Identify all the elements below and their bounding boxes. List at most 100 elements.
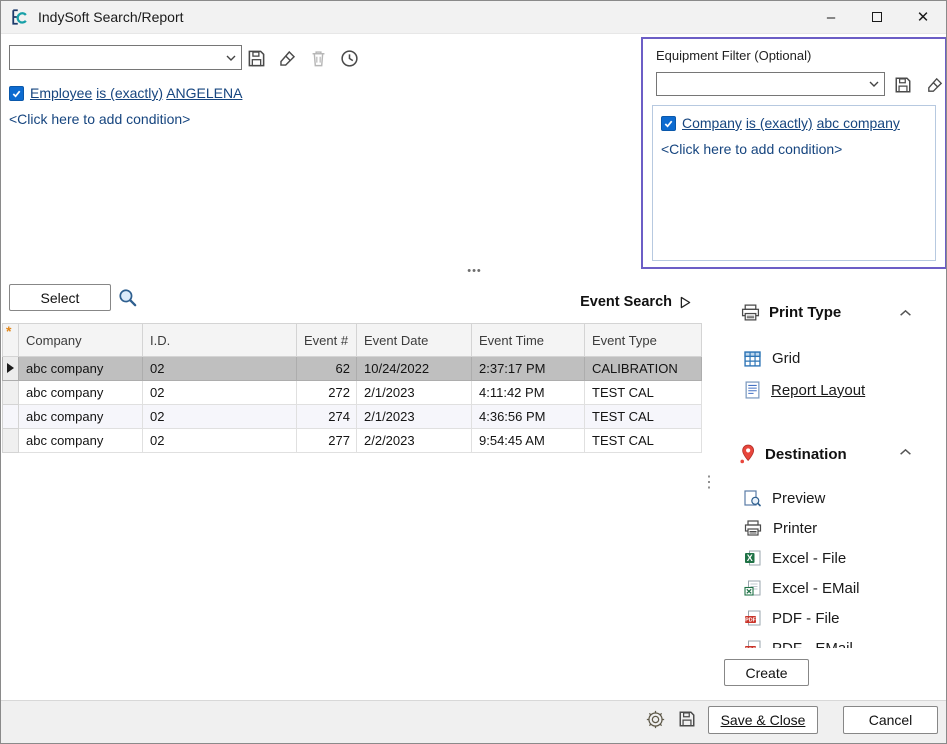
select-button[interactable]: Select	[9, 284, 111, 311]
clear-filter-eraser-button[interactable]	[277, 48, 297, 68]
cell-id[interactable]: 02	[143, 381, 297, 405]
save-equipment-filter-button[interactable]	[893, 75, 913, 95]
table-row[interactable]: abc company 02 62 10/24/2022 2:37:17 PM …	[3, 357, 702, 381]
cell-event-type[interactable]: TEST CAL	[585, 405, 702, 429]
equipment-filter-condition: Company is (exactly) abc company	[661, 115, 900, 131]
destination-option-label: Excel - EMail	[772, 580, 860, 597]
print-type-option-grid[interactable]: Grid	[744, 350, 800, 367]
destination-option-pdf-email[interactable]: PDF PDF - EMail	[744, 638, 942, 648]
cell-event-date[interactable]: 2/2/2023	[357, 429, 472, 453]
condition-value-link[interactable]: ANGELENA	[166, 85, 242, 101]
cell-event-type[interactable]: TEST CAL	[585, 429, 702, 453]
chevron-down-icon[interactable]	[221, 46, 241, 69]
create-button[interactable]: Create	[724, 659, 809, 686]
print-type-option-report-layout[interactable]: Report Layout	[745, 381, 865, 399]
condition-checkbox[interactable]	[661, 116, 676, 131]
cell-event-time[interactable]: 9:54:45 AM	[472, 429, 585, 453]
cell-event-time[interactable]: 2:37:17 PM	[472, 357, 585, 381]
save-filter-button[interactable]	[246, 48, 266, 68]
destination-option-printer[interactable]: Printer	[744, 518, 942, 538]
excel-file-icon: X	[744, 550, 761, 566]
app-icon	[11, 8, 29, 26]
cell-company[interactable]: abc company	[19, 429, 143, 453]
printer-icon	[741, 304, 760, 321]
cell-company[interactable]: abc company	[19, 405, 143, 429]
equipment-filter-combo[interactable]	[656, 72, 885, 96]
condition-checkbox[interactable]	[9, 86, 24, 101]
cell-event-num[interactable]: 274	[297, 405, 357, 429]
svg-text:X: X	[747, 553, 753, 563]
minimize-button[interactable]: –	[808, 1, 854, 34]
excel-email-icon	[744, 580, 761, 596]
window-controls: – ✕	[808, 1, 946, 34]
column-header-event-type[interactable]: Event Type	[585, 324, 702, 357]
horizontal-splitter-handle[interactable]: •••	[1, 265, 947, 277]
cell-event-time[interactable]: 4:11:42 PM	[472, 381, 585, 405]
delete-filter-trash-icon[interactable]	[308, 48, 328, 68]
cell-event-type[interactable]: CALIBRATION	[585, 357, 702, 381]
destination-option-label: PDF - File	[772, 610, 840, 627]
close-button[interactable]: ✕	[900, 1, 946, 34]
save-close-button[interactable]: Save & Close	[708, 706, 818, 734]
column-header-event-date[interactable]: Event Date	[357, 324, 472, 357]
search-report-window: IndySoft Search/Report – ✕ Employee is (…	[0, 0, 947, 744]
cell-company[interactable]: abc company	[19, 381, 143, 405]
print-type-header[interactable]: Print Type	[741, 304, 841, 321]
report-filter-combo[interactable]	[9, 45, 242, 70]
cell-id[interactable]: 02	[143, 357, 297, 381]
history-clock-button[interactable]	[339, 48, 359, 68]
destination-option-excel-file[interactable]: X Excel - File	[744, 548, 942, 568]
add-condition-link[interactable]: <Click here to add condition>	[661, 141, 842, 157]
chevron-down-icon[interactable]	[864, 73, 884, 95]
table-row[interactable]: abc company 02 277 2/2/2023 9:54:45 AM T…	[3, 429, 702, 453]
maximize-button[interactable]	[854, 1, 900, 34]
cancel-button[interactable]: Cancel	[843, 706, 938, 734]
cell-event-date[interactable]: 2/1/2023	[357, 405, 472, 429]
destination-header[interactable]: Destination	[739, 444, 847, 464]
collapse-chevron-icon[interactable]	[899, 309, 912, 317]
destination-option-label: Excel - File	[772, 550, 846, 567]
collapse-chevron-icon[interactable]	[899, 448, 912, 456]
search-icon[interactable]	[116, 286, 138, 308]
gear-icon[interactable]	[645, 709, 665, 729]
equipment-filter-combo-input[interactable]	[657, 73, 864, 95]
printer-icon	[744, 520, 762, 536]
row-indicator-cell	[3, 405, 19, 429]
event-search-header[interactable]: Event Search	[421, 294, 691, 310]
play-icon[interactable]	[680, 296, 691, 309]
clear-equipment-filter-eraser-button[interactable]	[925, 75, 945, 95]
condition-operator-link[interactable]: is (exactly)	[96, 85, 163, 101]
destination-option-label: PDF - EMail	[772, 640, 853, 649]
condition-value-link[interactable]: abc company	[817, 115, 900, 131]
condition-field-link[interactable]: Employee	[30, 85, 92, 101]
cell-event-date[interactable]: 2/1/2023	[357, 381, 472, 405]
table-row[interactable]: abc company 02 274 2/1/2023 4:36:56 PM T…	[3, 405, 702, 429]
vertical-splitter-handle[interactable]: ⋮	[701, 475, 717, 491]
cell-id[interactable]: 02	[143, 405, 297, 429]
destination-option-pdf-file[interactable]: PDF PDF - File	[744, 608, 942, 628]
new-row-indicator: *	[3, 324, 19, 357]
svg-text:PDF: PDF	[745, 647, 756, 648]
condition-field-link[interactable]: Company	[682, 115, 742, 131]
cell-company[interactable]: abc company	[19, 357, 143, 381]
report-filter-combo-input[interactable]	[10, 46, 221, 69]
save-settings-icon[interactable]	[677, 709, 697, 729]
destination-option-excel-email[interactable]: Excel - EMail	[744, 578, 942, 598]
cell-id[interactable]: 02	[143, 429, 297, 453]
cell-event-num[interactable]: 272	[297, 381, 357, 405]
destination-option-preview[interactable]: Preview	[744, 488, 942, 508]
add-condition-link[interactable]: <Click here to add condition>	[9, 111, 190, 127]
cell-event-date[interactable]: 10/24/2022	[357, 357, 472, 381]
grid-header-row: * Company I.D. Event # Event Date Event …	[3, 324, 702, 357]
condition-operator-link[interactable]: is (exactly)	[746, 115, 813, 131]
column-header-event-time[interactable]: Event Time	[472, 324, 585, 357]
cell-event-num[interactable]: 277	[297, 429, 357, 453]
location-pin-icon	[739, 444, 756, 464]
table-row[interactable]: abc company 02 272 2/1/2023 4:11:42 PM T…	[3, 381, 702, 405]
column-header-company[interactable]: Company	[19, 324, 143, 357]
column-header-event-num[interactable]: Event #	[297, 324, 357, 357]
cell-event-time[interactable]: 4:36:56 PM	[472, 405, 585, 429]
cell-event-type[interactable]: TEST CAL	[585, 381, 702, 405]
column-header-id[interactable]: I.D.	[143, 324, 297, 357]
cell-event-num[interactable]: 62	[297, 357, 357, 381]
